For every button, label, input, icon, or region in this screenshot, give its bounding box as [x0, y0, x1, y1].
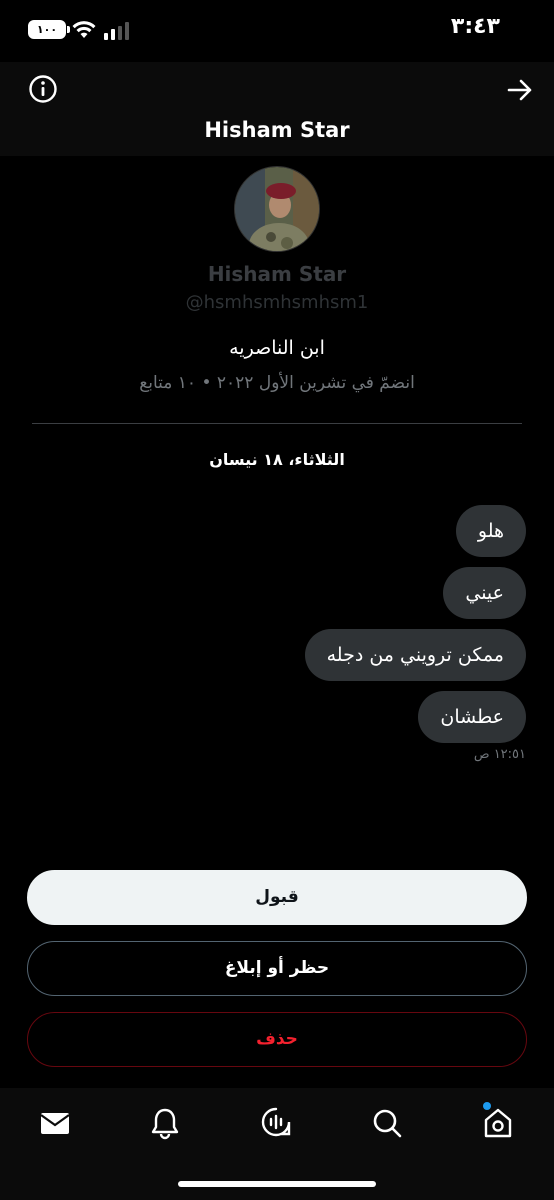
status-bar: ١٠٠ ٣:٤٣: [0, 0, 554, 62]
battery-icon: ١٠٠: [28, 20, 70, 39]
message-list: هلو عيني ممكن ترويني من دجله عطشان ١٢:٥١…: [106, 505, 526, 762]
clock: ٣:٤٣: [450, 14, 500, 39]
request-actions: قبول حظر أو إبلاغ حذف: [27, 870, 527, 1083]
delete-button[interactable]: حذف: [27, 1012, 527, 1067]
profile-handle: @hsmhsmhsmhsm1: [185, 292, 369, 313]
profile-summary: Hisham Star @hsmhsmhsmhsm1 ابن الناصريه …: [0, 166, 554, 393]
block-report-button[interactable]: حظر أو إبلاغ: [27, 941, 527, 996]
tab-home[interactable]: [481, 1106, 515, 1140]
profile-bio: ابن الناصريه: [229, 337, 325, 359]
wifi-icon: [72, 21, 96, 38]
home-icon: [484, 1108, 512, 1138]
avatar-image: [235, 167, 319, 251]
conversation-date: الثلاثاء، ١٨ نيسان: [209, 450, 345, 469]
message-bubble[interactable]: ممكن ترويني من دجله: [304, 629, 526, 681]
message-timestamp: ١٢:٥١ ص: [473, 747, 526, 762]
profile-meta: انضمّ في تشرين الأول ٢٠٢٢ • ١٠ متابع: [139, 373, 415, 393]
message-bubble[interactable]: عطشان: [418, 691, 526, 743]
message-bubble[interactable]: عيني: [443, 567, 526, 619]
bell-icon: [151, 1108, 179, 1140]
info-circle-icon[interactable]: [28, 74, 58, 104]
tab-spaces[interactable]: [259, 1106, 293, 1140]
tab-search[interactable]: [370, 1106, 404, 1140]
home-notification-dot: [483, 1102, 491, 1110]
arrow-right-icon[interactable]: [506, 76, 534, 104]
spaces-icon: [261, 1107, 291, 1137]
search-icon: [373, 1109, 402, 1138]
accept-button[interactable]: قبول: [27, 870, 527, 925]
divider: [32, 423, 522, 424]
tab-notifications[interactable]: [148, 1106, 182, 1140]
conversation-header: Hisham Star: [0, 62, 554, 156]
avatar[interactable]: [234, 166, 320, 252]
message-bubble[interactable]: هلو: [455, 505, 526, 557]
profile-name[interactable]: Hisham Star: [0, 262, 554, 286]
cellular-signal-icon: [104, 22, 129, 40]
mail-icon: [40, 1113, 70, 1134]
header-title: Hisham Star: [204, 118, 350, 142]
tab-messages[interactable]: [38, 1106, 72, 1140]
home-indicator: [178, 1181, 376, 1187]
